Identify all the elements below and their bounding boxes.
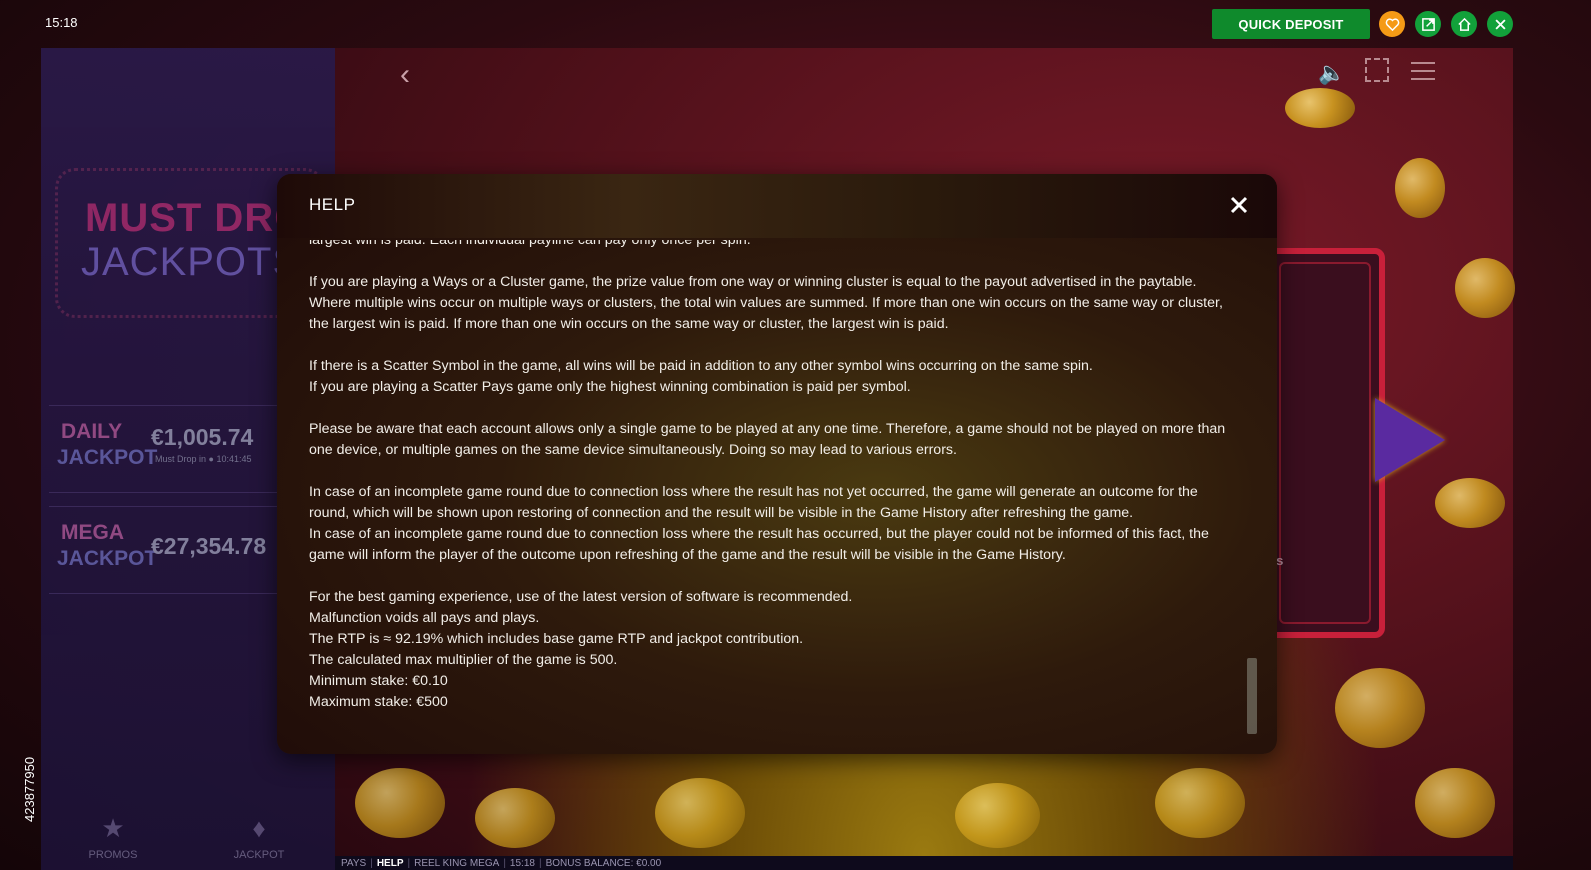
gold-coin	[1455, 258, 1515, 318]
mega-jackpot-label-top: MEGA	[61, 521, 124, 544]
jackpot-label: JACKPOT	[233, 849, 285, 861]
help-paragraph: The RTP is ≈ 92.19% which includes base …	[309, 631, 804, 647]
external-link-icon	[1421, 17, 1435, 31]
close-game-button[interactable]	[1487, 11, 1513, 37]
quick-deposit-button[interactable]: QUICK DEPOSIT	[1212, 9, 1370, 39]
status-game-name: REEL KING MEGA	[414, 857, 500, 869]
must-drop-label: Must Drop in	[155, 454, 207, 464]
help-header: HELP	[277, 174, 1277, 238]
status-pays-link[interactable]: PAYS	[341, 858, 366, 869]
status-time: 15:18	[509, 857, 535, 869]
status-bonus-balance: BONUS BALANCE: €0.00	[545, 857, 662, 869]
daily-jackpot-label-top: DAILY	[61, 420, 123, 443]
status-bar: PAYS | HELP | REEL KING MEGA | 15:18 | B…	[335, 856, 1513, 870]
help-paragraph: If you are playing a Scatter Pays game o…	[309, 379, 911, 395]
help-scrollbar[interactable]	[1247, 658, 1257, 734]
fullscreen-icon[interactable]	[1365, 58, 1389, 82]
help-paragraph: Malfunction voids all pays and plays.	[309, 610, 540, 626]
help-close-button[interactable]	[1225, 191, 1253, 219]
gold-coin	[655, 778, 745, 848]
open-external-button[interactable]	[1415, 11, 1441, 37]
gold-coin	[1435, 478, 1505, 528]
help-paragraph: For the best gaming experience, use of t…	[309, 589, 853, 605]
speaker-icon[interactable]: 🔈	[1318, 60, 1345, 86]
promos-label: PROMOS	[88, 849, 138, 861]
star-icon: ★	[101, 813, 125, 843]
gold-coin	[955, 783, 1040, 848]
logo-line-2: JACKPOTS	[81, 240, 301, 284]
gold-coin	[1155, 768, 1245, 838]
separator: |	[503, 857, 506, 869]
gold-coin	[1415, 768, 1495, 838]
must-drop-time: 10:41:45	[216, 454, 252, 464]
play-arrow-icon[interactable]	[1375, 398, 1445, 482]
mega-jackpot-amount: €27,354.78	[151, 533, 267, 559]
top-bar: 15:18 QUICK DEPOSIT	[0, 0, 1591, 48]
heart-icon	[1385, 17, 1399, 31]
reel-frame-inner	[1279, 262, 1371, 624]
help-paragraph: If there is a Scatter Symbol in the game…	[309, 358, 1093, 374]
must-drop-countdown: Must Drop in ● 10:41:45	[155, 454, 252, 464]
help-paragraph: In case of an incomplete game round due …	[309, 484, 1198, 521]
help-paragraph: The calculated max multiplier of the gam…	[309, 652, 618, 668]
close-icon	[1494, 18, 1506, 30]
mega-jackpot-label-bottom: JACKPOT	[57, 547, 158, 570]
separator: |	[370, 857, 373, 869]
gold-coin	[355, 768, 445, 838]
help-paragraph: largest win is paid. Each individual pay…	[309, 240, 751, 248]
help-modal: HELP largest win is paid. Each individua…	[277, 174, 1277, 754]
jackpot-tab[interactable]: ♦ JACKPOT	[199, 813, 319, 861]
help-paragraph: Maximum stake: €500	[309, 694, 448, 710]
help-paragraph: Minimum stake: €0.10	[309, 673, 448, 689]
status-help-link[interactable]: HELP	[377, 858, 404, 869]
clock-icon: ●	[208, 454, 214, 464]
separator: |	[538, 857, 542, 869]
close-icon	[1230, 196, 1248, 214]
help-content[interactable]: largest win is paid. Each individual pay…	[309, 240, 1229, 734]
help-paragraph: Please be aware that each account allows…	[309, 421, 1226, 458]
gold-coin	[475, 788, 555, 848]
gold-coin	[1395, 158, 1445, 218]
promos-tab[interactable]: ★ PROMOS	[53, 813, 173, 861]
help-title: HELP	[309, 195, 356, 214]
diamond-icon: ♦	[252, 813, 266, 843]
separator: |	[407, 857, 411, 869]
help-paragraph: In case of an incomplete game round due …	[309, 526, 1209, 563]
session-id: 423877950	[22, 756, 37, 822]
back-chevron-icon[interactable]: ‹	[400, 58, 410, 92]
home-button[interactable]	[1451, 11, 1477, 37]
gold-coin	[1335, 668, 1425, 748]
help-paragraph: If you are playing a Ways or a Cluster g…	[309, 274, 1223, 332]
gold-coin	[1285, 88, 1355, 128]
clock: 15:18	[45, 15, 78, 30]
home-icon	[1457, 17, 1471, 31]
favorite-button[interactable]	[1379, 11, 1405, 37]
menu-icon[interactable]	[1411, 62, 1435, 80]
daily-jackpot-label-bottom: JACKPOT	[57, 446, 158, 469]
panel-nav: ★ PROMOS ♦ JACKPOT	[41, 813, 335, 870]
daily-jackpot-amount: €1,005.74	[151, 424, 254, 450]
